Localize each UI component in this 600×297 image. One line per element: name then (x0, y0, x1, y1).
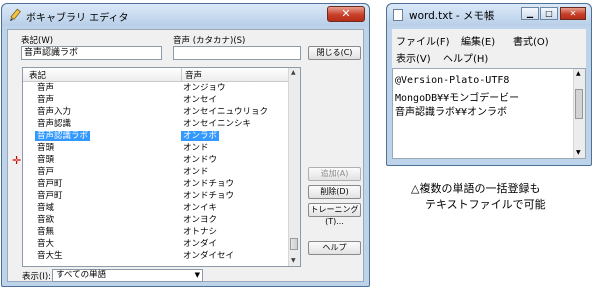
cell-notation: 音無 (37, 227, 55, 237)
column-header-reading[interactable]: 音声 (185, 69, 202, 81)
cell-notation: 音声入力 (37, 107, 72, 117)
pencil-icon (10, 8, 21, 21)
cell-notation: 音欲 (37, 215, 55, 225)
chevron-down-icon: ▼ (194, 271, 200, 279)
cell-reading: オンラボ (181, 131, 220, 141)
help-button[interactable]: ヘルプ (308, 241, 361, 255)
notepad-close-button[interactable]: ✕ (560, 7, 586, 20)
menu-view[interactable]: 表示(V) (396, 50, 431, 65)
notepad-icon (393, 9, 403, 21)
cell-notation: 音大生 (37, 251, 63, 261)
caption-line-1: △複数の単語の一括登録も (411, 182, 541, 195)
vocabulary-editor-window: ボキャブラリ エディタ ✕ 表記(W) 音声認識ラボ 音声 (カタカナ)(S) … (1, 3, 370, 287)
cell-reading: オンドウ (183, 155, 218, 165)
selection-pointer-icon: ✛ (12, 154, 22, 167)
cell-notation: 音戸町 (37, 179, 63, 189)
vocabulary-editor-body: 表記(W) 音声認識ラボ 音声 (カタカナ)(S) 閉じる(C) 追加(A) 削… (7, 29, 364, 282)
menu-file[interactable]: ファイル(F) (396, 33, 450, 48)
column-header-notation[interactable]: 表記 (29, 69, 46, 81)
menu-format[interactable]: 書式(O) (513, 33, 549, 48)
scroll-down-icon[interactable]: ▼ (576, 149, 581, 156)
text-line: MongoDB¥¥モンゴデービー (395, 93, 520, 104)
table-row[interactable]: 音声認識ラボ オンラボ (23, 131, 289, 141)
cell-reading: オンドチョウ (183, 179, 235, 189)
cell-notation: 音戸 (37, 167, 55, 177)
cell-reading: オンジョウ (183, 83, 226, 93)
table-row[interactable]: 音戸 オンド (23, 167, 289, 177)
close-button[interactable]: 閉じる(C) (308, 46, 361, 60)
display-label: 表示(I): (22, 272, 52, 282)
minimize-button[interactable]: ▁ (521, 7, 539, 20)
table-row[interactable]: 音域 オンイキ (23, 203, 289, 213)
cell-notation: 音域 (37, 203, 55, 213)
cell-reading: オンヨク (183, 215, 218, 225)
cell-reading: オトナシ (183, 227, 218, 237)
display-filter-value: すべての単語 (56, 270, 107, 280)
menu-help[interactable]: ヘルプ(H) (443, 50, 488, 65)
word-list[interactable]: 表記 音声 音声 オンジョウ 音声 オンセイ 音声入力 オンセイニュウリョク 音声認識 オンセ… (22, 67, 301, 267)
cell-reading: オンド (183, 143, 209, 153)
cell-notation: 音声認識 (37, 119, 72, 129)
maximize-button[interactable]: □ (540, 7, 558, 20)
scroll-up-icon[interactable]: ▲ (291, 69, 296, 76)
cell-reading: オンイキ (183, 203, 218, 213)
notepad-window: word.txt - メモ帳 ▁ □ ✕ ファイル(F) 編集(E) 書式(O)… (386, 3, 592, 166)
table-row[interactable]: 音声入力 オンセイニュウリョク (23, 107, 289, 117)
cell-notation: 音声認識ラボ (35, 131, 91, 141)
delete-button[interactable]: 削除(D) (308, 185, 361, 199)
add-button[interactable]: 追加(A) (308, 167, 361, 181)
cell-reading: オンド (183, 167, 209, 177)
display-filter-select[interactable]: すべての単語 ▼ (52, 269, 203, 282)
cell-notation: 音頭 (37, 155, 55, 165)
cell-notation: 音声 (37, 83, 55, 93)
cell-notation: 音頭 (37, 143, 55, 153)
vocabulary-editor-titlebar[interactable]: ボキャブラリ エディタ ✕ (2, 4, 369, 26)
scroll-thumb[interactable] (290, 238, 298, 250)
table-row[interactable]: 音声 オンジョウ (23, 83, 289, 93)
notation-input[interactable]: 音声認識ラボ (21, 46, 162, 60)
notepad-title: word.txt - メモ帳 (409, 10, 495, 22)
table-row[interactable]: 音無 オトナシ (23, 227, 289, 237)
word-list-header: 表記 音声 (23, 68, 289, 82)
table-row[interactable]: 音大 オンダイ (23, 239, 289, 249)
cell-reading: オンダイセイ (183, 251, 235, 261)
reading-input[interactable] (173, 46, 301, 60)
table-row[interactable]: 音戸町 オンドチョウ (23, 191, 289, 201)
cell-reading: オンセイニンシキ (183, 119, 252, 129)
notation-label: 表記(W) (21, 36, 54, 46)
table-row[interactable]: 音頭 オンド (23, 143, 289, 153)
scroll-thumb[interactable] (575, 89, 583, 119)
cell-reading: オンセイニュウリョク (183, 107, 269, 117)
word-list-scrollbar[interactable]: ▲ ▼ (288, 68, 300, 266)
notepad-titlebar[interactable]: word.txt - メモ帳 ▁ □ ✕ (387, 4, 591, 26)
notepad-scrollbar[interactable]: ▲ ▼ (573, 69, 585, 158)
cell-notation: 音大 (37, 239, 55, 249)
close-window-button[interactable]: ✕ (327, 6, 365, 22)
reading-label: 音声 (カタカナ)(S) (173, 36, 246, 46)
cell-notation: 音声 (37, 95, 55, 105)
table-row[interactable]: 音声認識 オンセイニンシキ (23, 119, 289, 129)
table-row[interactable]: 音大生 オンダイセイ (23, 251, 289, 261)
cell-reading: オンドチョウ (183, 191, 235, 201)
caption-line-2: テキストファイルで可能 (425, 198, 546, 211)
menu-edit[interactable]: 編集(E) (461, 33, 495, 48)
table-row[interactable]: 音戸町 オンドチョウ (23, 179, 289, 189)
table-row[interactable]: 音声 オンセイ (23, 95, 289, 105)
window-title: ボキャブラリ エディタ (26, 13, 129, 24)
cell-reading: オンセイ (183, 95, 218, 105)
table-row[interactable]: 音欲 オンヨク (23, 215, 289, 225)
scroll-down-icon[interactable]: ▼ (291, 257, 296, 264)
scroll-up-icon[interactable]: ▲ (576, 70, 581, 77)
notepad-menubar: ファイル(F) 編集(E) 書式(O) 表示(V) ヘルプ(H) (392, 29, 586, 68)
text-line: 音声認識ラボ¥¥オンラボ (395, 107, 508, 118)
text-line: @Version-Plato-UTF8 (395, 75, 510, 86)
training-button[interactable]: トレーニング(T)... (308, 203, 361, 226)
table-row[interactable]: 音頭 オンドウ (23, 155, 289, 165)
cell-notation: 音戸町 (37, 191, 63, 201)
notepad-text-area[interactable]: @Version-Plato-UTF8 MongoDB¥¥モンゴデービー 音声認… (392, 68, 586, 159)
cell-reading: オンダイ (183, 239, 218, 249)
